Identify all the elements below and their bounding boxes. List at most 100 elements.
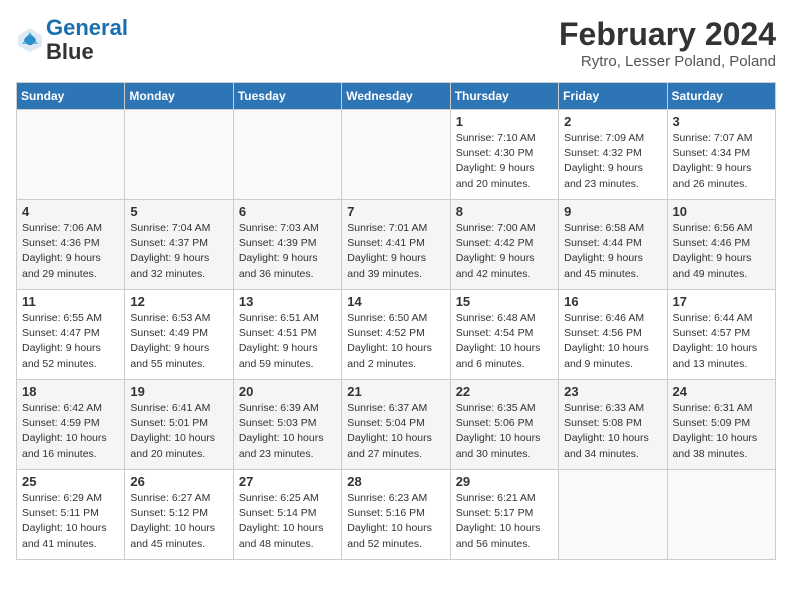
calendar-cell: 28Sunrise: 6:23 AMSunset: 5:16 PMDayligh…	[342, 470, 450, 560]
day-header-wednesday: Wednesday	[342, 83, 450, 110]
calendar-cell	[342, 110, 450, 200]
calendar-week-row: 25 Sunrise: 6:29 AMSunset: 5:11 PMDayligh…	[17, 470, 776, 560]
calendar-cell: 8 Sunrise: 7:00 AMSunset: 4:42 PMDaylight…	[450, 200, 558, 290]
day-header-friday: Friday	[559, 83, 667, 110]
day-number: 10	[673, 204, 770, 219]
day-info: Sunrise: 6:51 AMSunset: 4:51 PMDaylight:…	[239, 311, 336, 372]
calendar-cell: 13 Sunrise: 6:51 AMSunset: 4:51 PMDayligh…	[233, 290, 341, 380]
day-number: 25	[22, 474, 119, 489]
calendar-cell: 22Sunrise: 6:35 AMSunset: 5:06 PMDayligh…	[450, 380, 558, 470]
day-number: 26	[130, 474, 227, 489]
day-header-tuesday: Tuesday	[233, 83, 341, 110]
header: General Blue February 2024 Rytro, Lesser…	[16, 16, 776, 70]
day-info: Sunrise: 7:01 AMSunset: 4:41 PMDaylight:…	[347, 221, 444, 282]
day-number: 19	[130, 384, 227, 399]
calendar-cell: 2 Sunrise: 7:09 AMSunset: 4:32 PMDaylight…	[559, 110, 667, 200]
day-header-monday: Monday	[125, 83, 233, 110]
day-number: 13	[239, 294, 336, 309]
day-number: 12	[130, 294, 227, 309]
day-header-sunday: Sunday	[17, 83, 125, 110]
calendar-cell	[559, 470, 667, 560]
logo: General Blue	[16, 16, 128, 64]
day-info: Sunrise: 6:25 AMSunset: 5:14 PMDaylight:…	[239, 491, 336, 552]
day-number: 16	[564, 294, 661, 309]
calendar-cell	[233, 110, 341, 200]
day-number: 2	[564, 114, 661, 129]
logo-icon	[16, 26, 44, 54]
day-number: 1	[456, 114, 553, 129]
calendar-cell: 27 Sunrise: 6:25 AMSunset: 5:14 PMDayligh…	[233, 470, 341, 560]
day-number: 28	[347, 474, 444, 489]
day-header-row: SundayMondayTuesdayWednesdayThursdayFrid…	[17, 83, 776, 110]
day-info: Sunrise: 6:39 AMSunset: 5:03 PMDaylight:…	[239, 401, 336, 462]
day-info: Sunrise: 6:41 AMSunset: 5:01 PMDaylight:…	[130, 401, 227, 462]
calendar-cell: 16 Sunrise: 6:46 AMSunset: 4:56 PMDayligh…	[559, 290, 667, 380]
calendar-cell	[17, 110, 125, 200]
day-info: Sunrise: 6:42 AMSunset: 4:59 PMDaylight:…	[22, 401, 119, 462]
calendar-cell: 7 Sunrise: 7:01 AMSunset: 4:41 PMDaylight…	[342, 200, 450, 290]
day-number: 5	[130, 204, 227, 219]
day-info: Sunrise: 6:55 AMSunset: 4:47 PMDaylight:…	[22, 311, 119, 372]
day-number: 17	[673, 294, 770, 309]
day-number: 14	[347, 294, 444, 309]
logo-text-blue: Blue	[46, 39, 94, 64]
day-info: Sunrise: 6:53 AMSunset: 4:49 PMDaylight:…	[130, 311, 227, 372]
calendar-cell: 26Sunrise: 6:27 AMSunset: 5:12 PMDayligh…	[125, 470, 233, 560]
day-number: 4	[22, 204, 119, 219]
day-header-saturday: Saturday	[667, 83, 775, 110]
calendar-cell: 20 Sunrise: 6:39 AMSunset: 5:03 PMDayligh…	[233, 380, 341, 470]
calendar-cell: 3Sunrise: 7:07 AMSunset: 4:34 PMDaylight…	[667, 110, 775, 200]
day-number: 27	[239, 474, 336, 489]
day-info: Sunrise: 6:44 AMSunset: 4:57 PMDaylight:…	[673, 311, 770, 372]
day-info: Sunrise: 6:50 AMSunset: 4:52 PMDaylight:…	[347, 311, 444, 372]
calendar-week-row: 4 Sunrise: 7:06 AMSunset: 4:36 PMDaylight…	[17, 200, 776, 290]
calendar-week-row: 11 Sunrise: 6:55 AMSunset: 4:47 PMDayligh…	[17, 290, 776, 380]
day-info: Sunrise: 6:48 AMSunset: 4:54 PMDaylight:…	[456, 311, 553, 372]
day-info: Sunrise: 6:21 AMSunset: 5:17 PMDaylight:…	[456, 491, 553, 552]
day-number: 11	[22, 294, 119, 309]
day-info: Sunrise: 7:09 AMSunset: 4:32 PMDaylight:…	[564, 131, 661, 192]
calendar-cell: 12 Sunrise: 6:53 AMSunset: 4:49 PMDayligh…	[125, 290, 233, 380]
title-area: February 2024 Rytro, Lesser Poland, Pola…	[559, 16, 776, 70]
calendar-cell: 25 Sunrise: 6:29 AMSunset: 5:11 PMDayligh…	[17, 470, 125, 560]
day-info: Sunrise: 7:06 AMSunset: 4:36 PMDaylight:…	[22, 221, 119, 282]
day-info: Sunrise: 6:35 AMSunset: 5:06 PMDaylight:…	[456, 401, 553, 462]
day-info: Sunrise: 6:37 AMSunset: 5:04 PMDaylight:…	[347, 401, 444, 462]
day-info: Sunrise: 7:04 AMSunset: 4:37 PMDaylight:…	[130, 221, 227, 282]
calendar-cell: 19 Sunrise: 6:41 AMSunset: 5:01 PMDayligh…	[125, 380, 233, 470]
day-number: 8	[456, 204, 553, 219]
day-info: Sunrise: 6:31 AMSunset: 5:09 PMDaylight:…	[673, 401, 770, 462]
day-info: Sunrise: 6:46 AMSunset: 4:56 PMDaylight:…	[564, 311, 661, 372]
day-number: 20	[239, 384, 336, 399]
day-number: 3	[673, 114, 770, 129]
day-header-thursday: Thursday	[450, 83, 558, 110]
calendar-cell: 5 Sunrise: 7:04 AMSunset: 4:37 PMDaylight…	[125, 200, 233, 290]
calendar-cell: 15 Sunrise: 6:48 AMSunset: 4:54 PMDayligh…	[450, 290, 558, 380]
day-number: 7	[347, 204, 444, 219]
day-info: Sunrise: 7:00 AMSunset: 4:42 PMDaylight:…	[456, 221, 553, 282]
day-info: Sunrise: 6:29 AMSunset: 5:11 PMDaylight:…	[22, 491, 119, 552]
calendar-cell: 21 Sunrise: 6:37 AMSunset: 5:04 PMDayligh…	[342, 380, 450, 470]
logo-text-general: General	[46, 15, 128, 40]
calendar-cell	[125, 110, 233, 200]
calendar-cell: 18 Sunrise: 6:42 AMSunset: 4:59 PMDayligh…	[17, 380, 125, 470]
day-info: Sunrise: 6:56 AMSunset: 4:46 PMDaylight:…	[673, 221, 770, 282]
day-number: 29	[456, 474, 553, 489]
calendar-cell: 6 Sunrise: 7:03 AMSunset: 4:39 PMDaylight…	[233, 200, 341, 290]
month-title: February 2024	[559, 16, 776, 53]
calendar-cell: 1 Sunrise: 7:10 AMSunset: 4:30 PMDaylight…	[450, 110, 558, 200]
day-number: 18	[22, 384, 119, 399]
day-info: Sunrise: 6:33 AMSunset: 5:08 PMDaylight:…	[564, 401, 661, 462]
calendar-table: SundayMondayTuesdayWednesdayThursdayFrid…	[16, 82, 776, 560]
day-number: 21	[347, 384, 444, 399]
calendar-week-row: 18 Sunrise: 6:42 AMSunset: 4:59 PMDayligh…	[17, 380, 776, 470]
day-info: Sunrise: 6:58 AMSunset: 4:44 PMDaylight:…	[564, 221, 661, 282]
day-number: 15	[456, 294, 553, 309]
day-info: Sunrise: 7:10 AMSunset: 4:30 PMDaylight:…	[456, 131, 553, 192]
location-subtitle: Rytro, Lesser Poland, Poland	[559, 53, 776, 70]
day-info: Sunrise: 7:03 AMSunset: 4:39 PMDaylight:…	[239, 221, 336, 282]
calendar-cell: 23 Sunrise: 6:33 AMSunset: 5:08 PMDayligh…	[559, 380, 667, 470]
day-number: 23	[564, 384, 661, 399]
calendar-cell: 9Sunrise: 6:58 AMSunset: 4:44 PMDaylight…	[559, 200, 667, 290]
day-number: 6	[239, 204, 336, 219]
